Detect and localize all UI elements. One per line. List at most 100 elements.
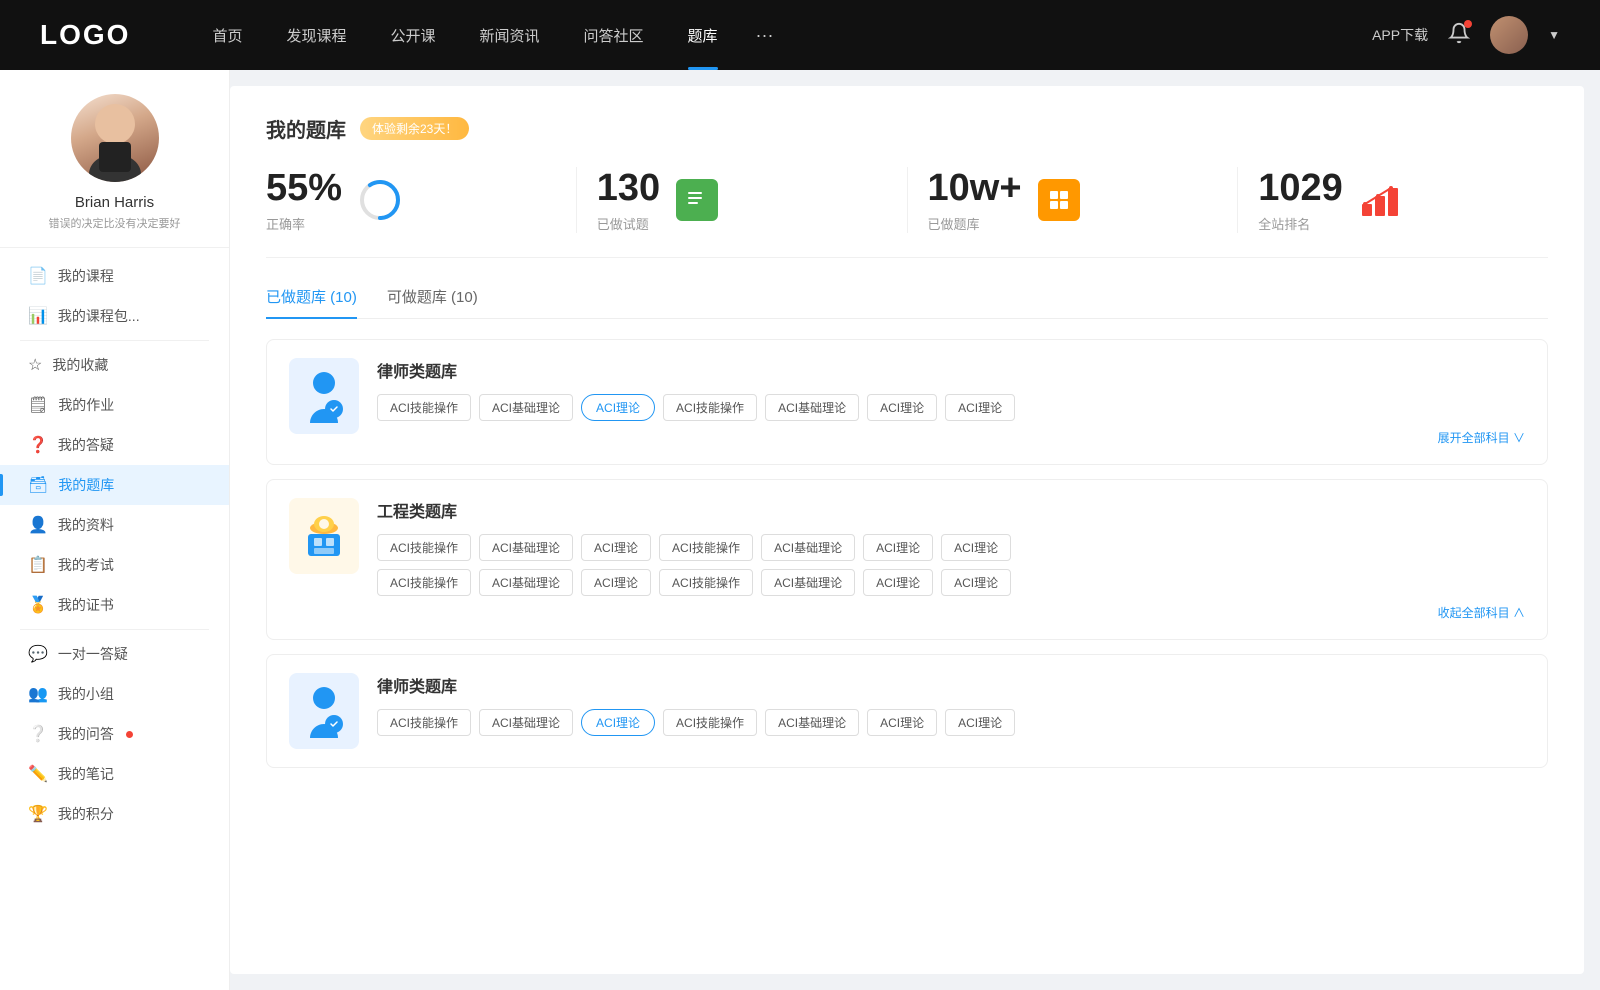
nav-item-home[interactable]: 首页: [190, 0, 264, 70]
tab-done[interactable]: 已做题库 (10): [266, 286, 357, 319]
tag[interactable]: ACI基础理论: [761, 569, 855, 596]
rank-icon: [1359, 179, 1401, 221]
logo[interactable]: LOGO: [40, 19, 130, 51]
sidebar-item-favorites[interactable]: ☆ 我的收藏: [0, 345, 229, 385]
bank-card-content-law-2: 律师类题库 ACI技能操作 ACI基础理论 ACI理论 ACI技能操作 ACI基…: [377, 673, 1525, 736]
sidebar-item-label: 我的答疑: [58, 435, 114, 455]
tag[interactable]: ACI基础理论: [765, 394, 859, 421]
sidebar-item-my-qa[interactable]: ❔ 我的问答: [0, 714, 229, 754]
bank-card-tags-engineering-row1: ACI技能操作 ACI基础理论 ACI理论 ACI技能操作 ACI基础理论 AC…: [377, 534, 1525, 561]
tag[interactable]: ACI理论: [945, 394, 1015, 421]
file-icon: 📄: [28, 266, 48, 286]
bank-card-title-law-2: 律师类题库: [377, 673, 1525, 697]
tag[interactable]: ACI基础理论: [479, 709, 573, 736]
notification-dot: [126, 731, 133, 738]
sidebar-item-cert[interactable]: 🏅 我的证书: [0, 585, 229, 625]
tag[interactable]: ACI理论: [863, 569, 933, 596]
sidebar-item-label: 我的题库: [58, 475, 114, 495]
tag-active[interactable]: ACI理论: [581, 709, 655, 736]
sidebar-menu: 📄 我的课程 📊 我的课程包... ☆ 我的收藏 🗒 我的作业 ❓ 我的答疑: [0, 248, 229, 842]
sidebar-item-homework[interactable]: 🗒 我的作业: [0, 385, 229, 425]
bank-card-law-2: 律师类题库 ACI技能操作 ACI基础理论 ACI理论 ACI技能操作 ACI基…: [266, 654, 1548, 768]
bank-card-engineering: 工程类题库 ACI技能操作 ACI基础理论 ACI理论 ACI技能操作 ACI基…: [266, 479, 1548, 640]
tag[interactable]: ACI基础理论: [765, 709, 859, 736]
sidebar-item-label: 我的课程: [58, 266, 114, 286]
sidebar-item-qa[interactable]: ❓ 我的答疑: [0, 425, 229, 465]
sidebar: Brian Harris 错误的决定比没有决定要好 📄 我的课程 📊 我的课程包…: [0, 70, 230, 990]
tag[interactable]: ACI技能操作: [659, 569, 753, 596]
sidebar-item-course-package[interactable]: 📊 我的课程包...: [0, 296, 229, 336]
trial-badge: 体验剩余23天！: [360, 117, 469, 140]
sidebar-item-label: 我的作业: [58, 395, 114, 415]
sidebar-item-notes[interactable]: ✏️ 我的笔记: [0, 754, 229, 794]
exam-icon: 📋: [28, 555, 48, 575]
bank-card-title-law-1: 律师类题库: [377, 358, 1525, 382]
tag[interactable]: ACI技能操作: [663, 709, 757, 736]
stat-value-banks: 10w+: [928, 167, 1022, 210]
tag[interactable]: ACI技能操作: [663, 394, 757, 421]
sidebar-item-label: 我的笔记: [58, 764, 114, 784]
bank-card-tags-law-2: ACI技能操作 ACI基础理论 ACI理论 ACI技能操作 ACI基础理论 AC…: [377, 709, 1525, 736]
tag[interactable]: ACI基础理论: [479, 569, 573, 596]
tag[interactable]: ACI基础理论: [479, 534, 573, 561]
expand-link-law-1[interactable]: 展开全部科目 ∨: [377, 429, 1525, 446]
stat-rank: 1029 全站排名: [1238, 167, 1548, 233]
sidebar-item-label: 我的问答: [58, 724, 114, 744]
tag[interactable]: ACI基础理论: [761, 534, 855, 561]
tag[interactable]: ACI技能操作: [377, 394, 471, 421]
bank-card-content-engineering: 工程类题库 ACI技能操作 ACI基础理论 ACI理论 ACI技能操作 ACI基…: [377, 498, 1525, 621]
sidebar-item-course[interactable]: 📄 我的课程: [0, 256, 229, 296]
nav-item-more[interactable]: ···: [740, 0, 790, 70]
nav-item-discover[interactable]: 发现课程: [264, 0, 368, 70]
user-avatar[interactable]: [1490, 16, 1528, 54]
sidebar-item-exam[interactable]: 📋 我的考试: [0, 545, 229, 585]
group-icon: 👥: [28, 684, 48, 704]
law-bank-icon-1: [289, 358, 359, 434]
bank-card-tags-engineering-row2: ACI技能操作 ACI基础理论 ACI理论 ACI技能操作 ACI基础理论 AC…: [377, 569, 1525, 596]
nav-items: 首页 发现课程 公开课 新闻资讯 问答社区 题库 ···: [190, 0, 1372, 70]
notification-bell[interactable]: [1448, 22, 1470, 49]
sidebar-item-points[interactable]: 🏆 我的积分: [0, 794, 229, 834]
notes-icon: ✏️: [28, 764, 48, 784]
law-bank-icon-2: [289, 673, 359, 749]
points-icon: 🏆: [28, 804, 48, 824]
list-icon: [676, 179, 718, 221]
bank-icon: 🗃: [28, 475, 48, 495]
tag[interactable]: ACI基础理论: [479, 394, 573, 421]
stats-row: 55% 正确率 130 已做试题: [266, 167, 1548, 258]
bell-dot: [1464, 20, 1472, 28]
nav-item-news[interactable]: 新闻资讯: [458, 0, 562, 70]
tab-available[interactable]: 可做题库 (10): [387, 286, 478, 319]
tag[interactable]: ACI技能操作: [377, 534, 471, 561]
content-area: 我的题库 体验剩余23天！ 55% 正确率 130 已做试题: [230, 86, 1584, 974]
stat-value-rank: 1029: [1258, 167, 1343, 210]
sidebar-item-group[interactable]: 👥 我的小组: [0, 674, 229, 714]
tag[interactable]: ACI技能操作: [377, 709, 471, 736]
sidebar-item-one-on-one[interactable]: 💬 一对一答疑: [0, 634, 229, 674]
tag[interactable]: ACI理论: [867, 394, 937, 421]
tag[interactable]: ACI理论: [581, 569, 651, 596]
app-download-button[interactable]: APP下载: [1372, 25, 1428, 45]
stat-label-done: 已做试题: [597, 214, 660, 233]
sidebar-item-label: 我的小组: [58, 684, 114, 704]
tag[interactable]: ACI理论: [941, 534, 1011, 561]
sidebar-item-question-bank[interactable]: 🗃 我的题库: [0, 465, 229, 505]
nav-item-qa[interactable]: 问答社区: [562, 0, 666, 70]
chevron-down-icon[interactable]: ▼: [1548, 28, 1560, 42]
sidebar-item-profile[interactable]: 👤 我的资料: [0, 505, 229, 545]
tag[interactable]: ACI理论: [581, 534, 651, 561]
nav-item-bank[interactable]: 题库: [666, 0, 740, 70]
profile-section: Brian Harris 错误的决定比没有决定要好: [0, 70, 229, 248]
tag[interactable]: ACI理论: [867, 709, 937, 736]
collapse-link-engineering[interactable]: 收起全部科目 ∧: [377, 604, 1525, 621]
avatar: [71, 94, 159, 182]
stat-label-rank: 全站排名: [1258, 214, 1343, 233]
tag-active[interactable]: ACI理论: [581, 394, 655, 421]
tag[interactable]: ACI理论: [863, 534, 933, 561]
tag[interactable]: ACI理论: [941, 569, 1011, 596]
tag[interactable]: ACI技能操作: [377, 569, 471, 596]
chart-icon: 📊: [28, 306, 48, 326]
nav-item-open[interactable]: 公开课: [368, 0, 457, 70]
tag[interactable]: ACI理论: [945, 709, 1015, 736]
tag[interactable]: ACI技能操作: [659, 534, 753, 561]
